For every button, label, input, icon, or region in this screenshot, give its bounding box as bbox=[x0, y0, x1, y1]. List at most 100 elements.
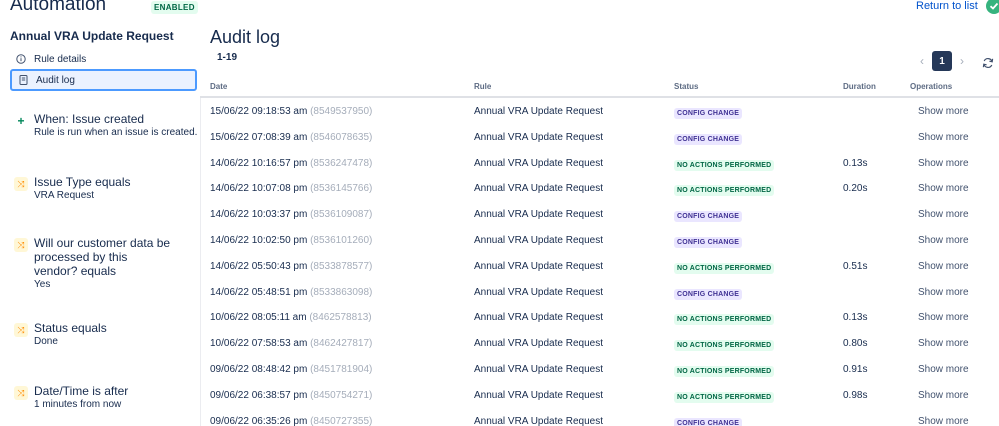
component-subtitle: Done bbox=[34, 336, 58, 347]
cell-date: 15/06/22 07:08:39 am (8546078635) bbox=[210, 132, 372, 143]
cell-status: CONFIG CHANGE bbox=[674, 417, 743, 426]
show-more-button[interactable]: Show more bbox=[918, 235, 969, 246]
cell-status: CONFIG CHANGE bbox=[674, 107, 743, 119]
cell-status: CONFIG CHANGE bbox=[674, 133, 743, 145]
column-date[interactable]: Date bbox=[210, 82, 227, 91]
date-text: 14/06/22 05:50:43 pm bbox=[210, 260, 308, 272]
component-subtitle: VRA Request bbox=[34, 190, 95, 201]
nav-audit-log[interactable]: Audit log bbox=[10, 69, 197, 91]
execution-id: (8450754271) bbox=[310, 389, 373, 401]
cell-duration: 0.13s bbox=[843, 157, 868, 169]
component-title: When: Issue created bbox=[34, 112, 145, 126]
show-more-button[interactable]: Show more bbox=[918, 132, 969, 143]
show-more-button[interactable]: Show more bbox=[918, 261, 969, 272]
nav-rule-details[interactable]: Rule details bbox=[10, 48, 197, 70]
execution-id: (8462578813) bbox=[309, 312, 372, 324]
chevron-left-icon[interactable]: ‹ bbox=[912, 54, 932, 68]
component-condition[interactable]: ⤨ Status equals Done bbox=[10, 321, 198, 347]
pagination: ‹ 1 › bbox=[912, 51, 972, 71]
table-row: 09/06/22 08:48:42 pm (8451781904) Annual … bbox=[200, 357, 999, 383]
status-lozenge: CONFIG CHANGE bbox=[674, 211, 743, 223]
table-row: 10/06/22 07:58:53 am (8462427817) Annual … bbox=[200, 331, 999, 357]
cell-rule: Annual VRA Update Request bbox=[474, 131, 603, 143]
status-lozenge: NO ACTIONS PERFORMED bbox=[674, 366, 775, 377]
cell-rule: Annual VRA Update Request bbox=[474, 235, 603, 246]
page-current-button[interactable]: 1 bbox=[932, 51, 952, 71]
column-status[interactable]: Status bbox=[674, 82, 698, 91]
date-text: 09/06/22 08:48:42 pm bbox=[210, 364, 308, 375]
enabled-badge: ENABLED bbox=[151, 1, 198, 14]
cell-date: 14/06/22 05:48:51 pm (8533863098) bbox=[210, 287, 372, 298]
table-row: 14/06/22 05:50:43 pm (8533878577) Annual … bbox=[200, 254, 999, 280]
column-duration[interactable]: Duration bbox=[843, 82, 876, 91]
return-to-list-link[interactable]: Return to list bbox=[916, 0, 978, 12]
show-more-button[interactable]: Show more bbox=[918, 364, 969, 375]
check-circle-icon[interactable] bbox=[986, 0, 999, 14]
show-more-button[interactable]: Show more bbox=[918, 287, 969, 298]
page-title: Audit log bbox=[210, 27, 281, 47]
chevron-right-icon[interactable]: › bbox=[952, 54, 972, 68]
cell-date: 14/06/22 10:02:50 pm (8536101260) bbox=[210, 235, 372, 246]
condition-icon: ⤨ bbox=[14, 177, 28, 191]
table-row: 14/06/22 05:48:51 pm (8533863098) Annual … bbox=[200, 280, 999, 306]
cell-status: CONFIG CHANGE bbox=[674, 288, 743, 300]
condition-icon: ⤨ bbox=[14, 386, 28, 400]
cell-rule: Annual VRA Update Request bbox=[474, 157, 603, 169]
status-lozenge: NO ACTIONS PERFORMED bbox=[674, 185, 775, 197]
show-more-button[interactable]: Show more bbox=[918, 158, 969, 169]
execution-id: (8533878577) bbox=[310, 260, 373, 272]
date-text: 14/06/22 10:16:57 pm bbox=[210, 157, 308, 169]
refresh-icon[interactable] bbox=[982, 57, 994, 72]
cell-rule: Annual VRA Update Request bbox=[474, 338, 603, 350]
table-row: 14/06/22 10:07:08 pm (8536145766) Annual … bbox=[200, 176, 999, 202]
status-lozenge: NO ACTIONS PERFORMED bbox=[674, 314, 775, 326]
result-range: 1-19 bbox=[217, 52, 238, 63]
cell-rule: Annual VRA Update Request bbox=[474, 260, 603, 272]
date-text: 14/06/22 10:02:50 pm bbox=[210, 235, 308, 246]
app-title: Automation bbox=[10, 0, 107, 15]
table-row: 09/06/22 06:35:26 pm (8450727355) Annual … bbox=[200, 409, 999, 426]
show-more-button[interactable]: Show more bbox=[918, 416, 969, 426]
execution-id: (8536145766) bbox=[310, 183, 373, 195]
component-title: Will our customer data be processed by t… bbox=[34, 236, 171, 278]
date-text: 14/06/22 10:03:37 pm bbox=[210, 209, 308, 221]
date-text: 09/06/22 06:35:26 pm bbox=[210, 415, 308, 426]
status-lozenge: NO ACTIONS PERFORMED bbox=[674, 159, 775, 171]
show-more-button[interactable]: Show more bbox=[918, 312, 969, 323]
execution-id: (8536101260) bbox=[310, 235, 373, 246]
cell-date: 10/06/22 08:05:11 am (8462578813) bbox=[210, 312, 372, 323]
component-condition[interactable]: ⤨ Date/Time is after 1 minutes from now bbox=[10, 384, 198, 410]
show-more-button[interactable]: Show more bbox=[918, 183, 969, 194]
date-text: 15/06/22 09:18:53 am bbox=[210, 106, 308, 117]
cell-date: 09/06/22 06:38:57 pm (8450754271) bbox=[210, 390, 372, 401]
cell-duration: 0.80s bbox=[843, 338, 868, 350]
show-more-button[interactable]: Show more bbox=[918, 390, 969, 401]
show-more-button[interactable]: Show more bbox=[918, 338, 969, 349]
cell-rule: Annual VRA Update Request bbox=[474, 312, 603, 324]
component-condition[interactable]: ⤨ Will our customer data be processed by… bbox=[10, 236, 198, 290]
date-text: 10/06/22 08:05:11 am bbox=[210, 312, 307, 324]
status-lozenge: CONFIG CHANGE bbox=[674, 417, 743, 426]
show-more-button[interactable]: Show more bbox=[918, 106, 969, 117]
cell-status: CONFIG CHANGE bbox=[674, 236, 743, 248]
trigger-plus-icon: + bbox=[17, 114, 25, 128]
column-rule[interactable]: Rule bbox=[474, 82, 491, 91]
status-lozenge: CONFIG CHANGE bbox=[674, 288, 743, 300]
show-more-button[interactable]: Show more bbox=[918, 209, 969, 220]
component-condition[interactable]: ⤨ Issue Type equals VRA Request bbox=[10, 175, 198, 201]
cell-status: NO ACTIONS PERFORMED bbox=[674, 159, 775, 171]
execution-id: (8536109087) bbox=[310, 209, 373, 221]
table-row: 14/06/22 10:02:50 pm (8536101260) Annual … bbox=[200, 228, 999, 254]
component-subtitle: 1 minutes from now bbox=[34, 399, 122, 410]
cell-date: 14/06/22 10:03:37 pm (8536109087) bbox=[210, 209, 372, 220]
component-trigger[interactable]: + When: Issue created Rule is run when a… bbox=[10, 112, 198, 138]
cell-status: NO ACTIONS PERFORMED bbox=[674, 262, 775, 274]
info-icon bbox=[14, 54, 28, 64]
condition-icon: ⤨ bbox=[14, 323, 28, 337]
execution-id: (8549537950) bbox=[310, 106, 373, 117]
date-text: 14/06/22 10:07:08 pm bbox=[210, 183, 308, 195]
condition-icon: ⤨ bbox=[14, 238, 28, 252]
cell-status: NO ACTIONS PERFORMED bbox=[674, 391, 775, 403]
component-subtitle: Yes bbox=[34, 279, 51, 290]
status-lozenge: NO ACTIONS PERFORMED bbox=[674, 340, 775, 352]
